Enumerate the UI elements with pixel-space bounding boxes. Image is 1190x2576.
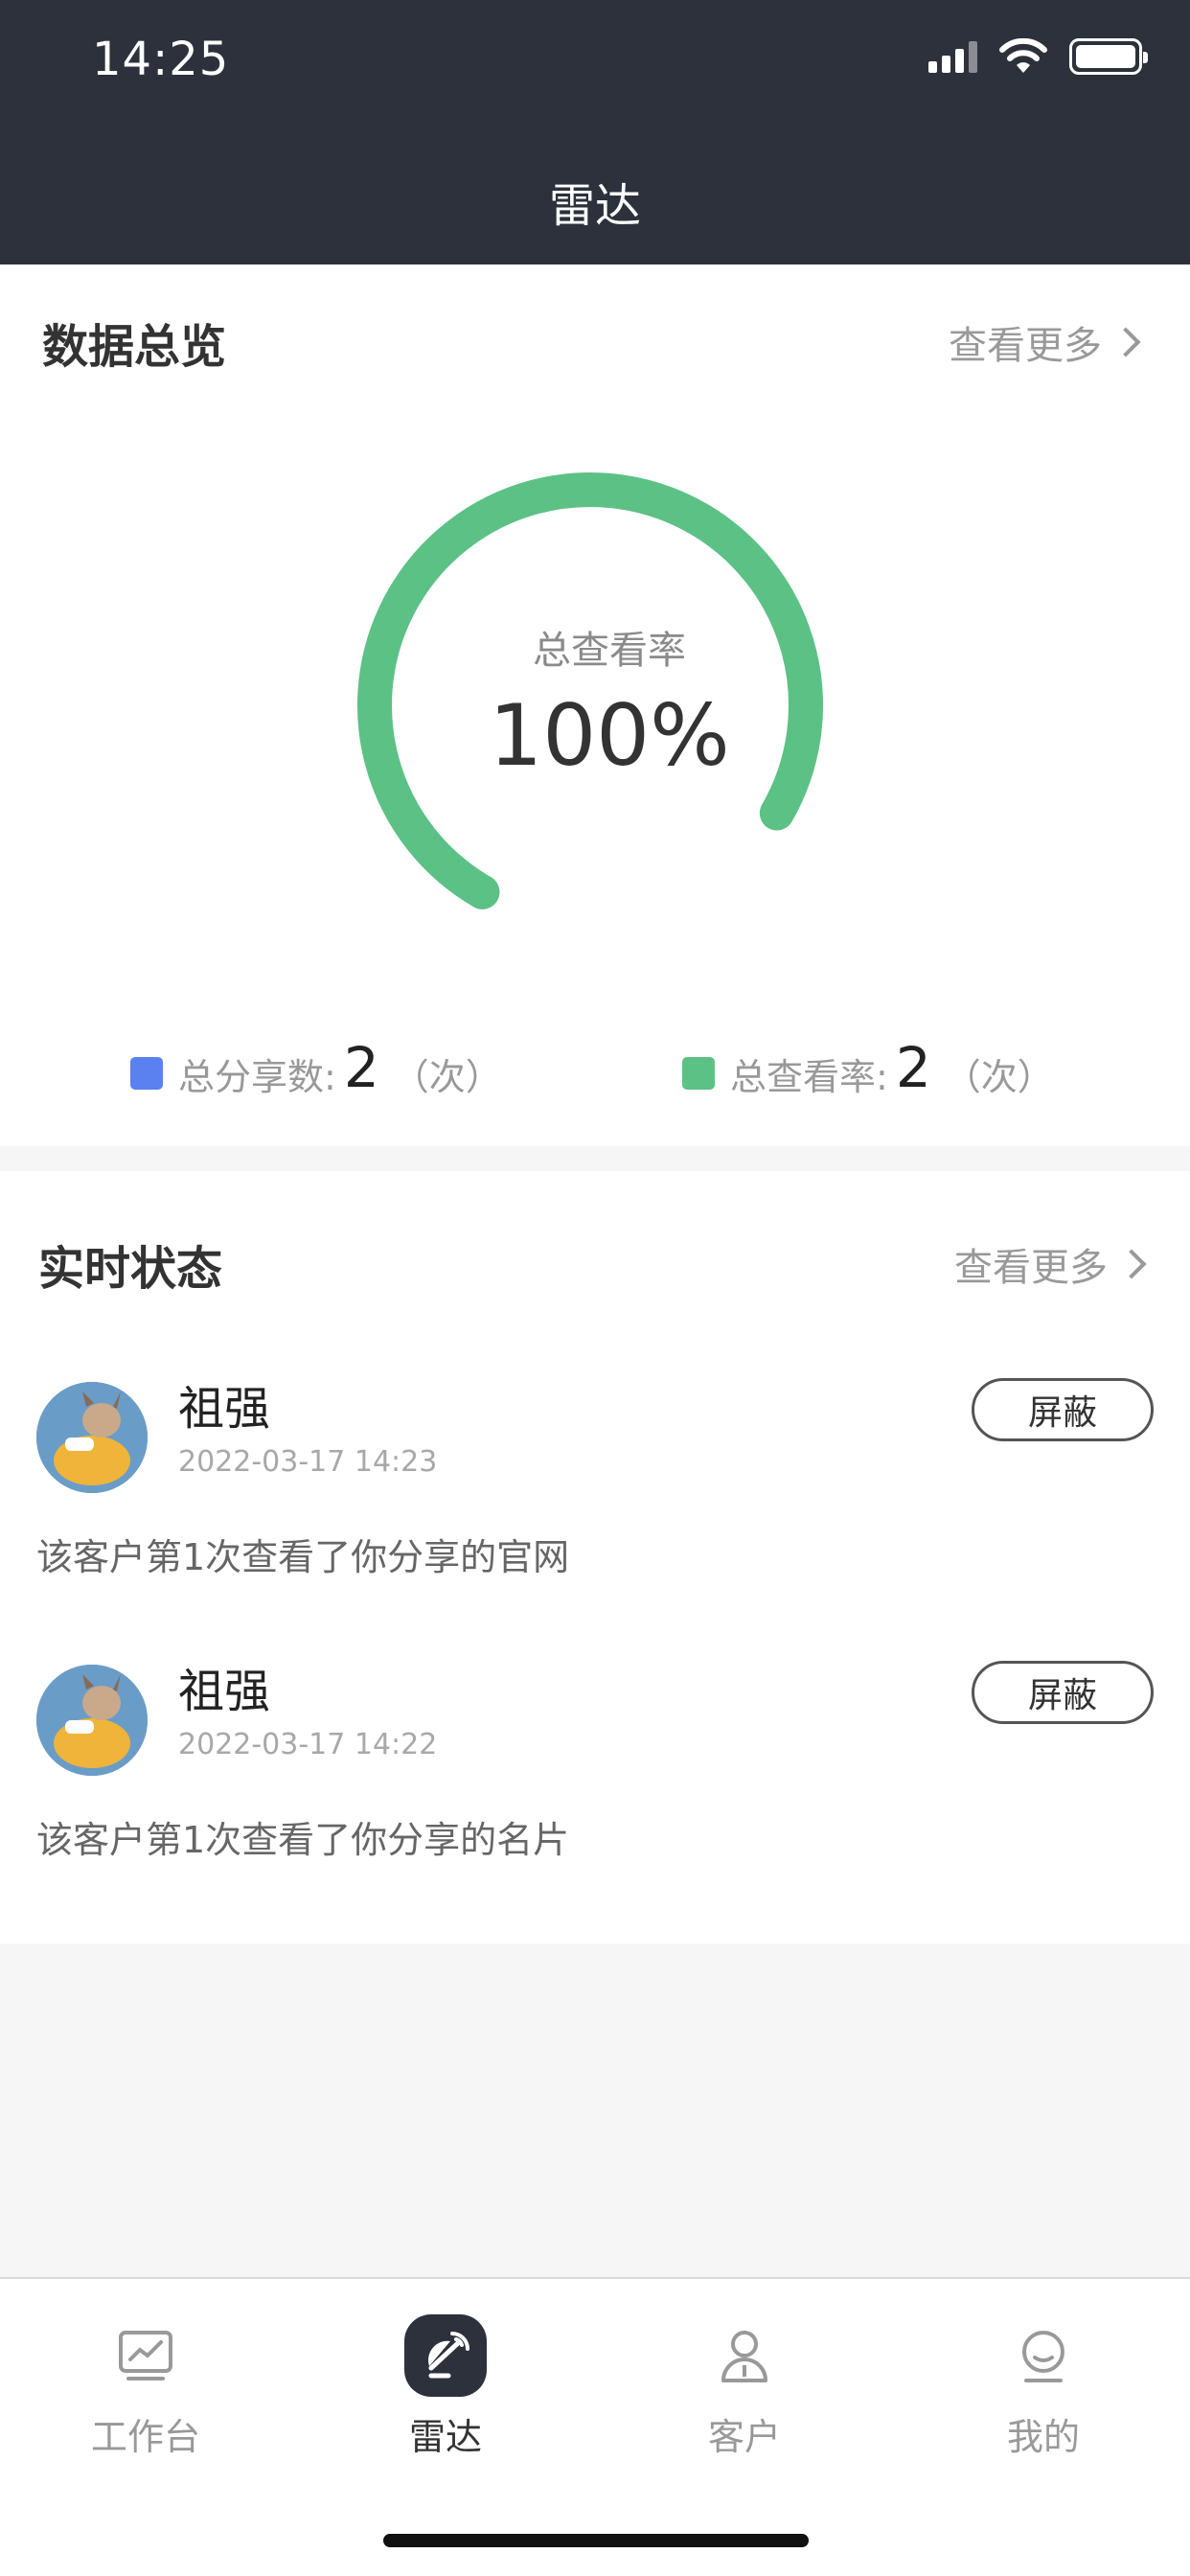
realtime-more-label: 查看更多 xyxy=(954,1246,1108,1290)
status-time: 14:25 xyxy=(92,33,230,86)
legend-share-value: 2 xyxy=(343,1035,379,1100)
gauge-label: 总查看率 xyxy=(533,629,686,673)
chart-monitor-icon xyxy=(98,2308,194,2404)
bottom-tab-bar: 工作台 雷达 客户 我的 xyxy=(0,2277,1190,2576)
top-header: 14:25 雷达 xyxy=(0,0,1190,264)
realtime-more-link[interactable]: 查看更多 xyxy=(954,1236,1147,1292)
data-overview-card: 数据总览 查看更多 总查看率 100% 总分享数: 2 （次） 总查看率: 2 … xyxy=(0,264,1190,1146)
realtime-status-card: 实时状态 查看更多 祖强 2022-03-17 14:23 屏蔽 该客户第1次查… xyxy=(0,1171,1190,1944)
block-button[interactable]: 屏蔽 xyxy=(972,1378,1154,1441)
legend-share-count: 总分享数: 2 （次） xyxy=(130,1035,502,1106)
home-indicator xyxy=(383,2534,809,2547)
block-button[interactable]: 屏蔽 xyxy=(972,1661,1154,1724)
overview-title: 数据总览 xyxy=(42,320,227,374)
legend-view-label: 总查看率: xyxy=(730,1055,888,1098)
event-time: 2022-03-17 14:22 xyxy=(178,1728,438,1761)
legend-share-label: 总分享数: xyxy=(178,1055,336,1098)
radar-icon xyxy=(398,2308,493,2404)
gauge-value: 100% xyxy=(489,686,730,785)
avatar xyxy=(36,1665,148,1776)
overview-more-label: 查看更多 xyxy=(949,324,1102,368)
legend-swatch-blue xyxy=(130,1057,163,1090)
customer-name: 祖强 xyxy=(178,1665,271,1718)
chevron-right-icon xyxy=(1116,1249,1147,1279)
tab-label: 工作台 xyxy=(90,2416,200,2458)
tab-workbench[interactable]: 工作台 xyxy=(40,2308,251,2460)
person-icon xyxy=(697,2308,792,2404)
event-time: 2022-03-17 14:23 xyxy=(178,1445,438,1479)
tab-mine[interactable]: 我的 xyxy=(938,2308,1149,2460)
legend-view-count: 总查看率: 2 （次） xyxy=(682,1035,1054,1106)
status-icons xyxy=(928,38,1148,75)
chevron-right-icon xyxy=(1110,327,1141,357)
event-description: 该客户第1次查看了你分享的官网 xyxy=(36,1536,570,1578)
legend-view-value: 2 xyxy=(895,1035,931,1100)
list-item: 祖强 2022-03-17 14:23 屏蔽 该客户第1次查看了你分享的官网 xyxy=(0,1353,1190,1636)
smile-face-icon xyxy=(995,2308,1091,2404)
customer-name: 祖强 xyxy=(178,1382,271,1436)
battery-icon xyxy=(1069,38,1148,75)
page-title: 雷达 xyxy=(548,179,641,233)
signal-icon xyxy=(928,40,977,73)
tab-customers[interactable]: 客户 xyxy=(639,2308,850,2460)
overview-more-link[interactable]: 查看更多 xyxy=(949,314,1141,370)
tab-label: 我的 xyxy=(1006,2416,1080,2458)
wifi-icon xyxy=(999,38,1047,73)
avatar xyxy=(36,1382,148,1493)
event-description: 该客户第1次查看了你分享的名片 xyxy=(36,1819,570,1861)
list-item: 祖强 2022-03-17 14:22 屏蔽 该客户第1次查看了你分享的名片 xyxy=(0,1636,1190,1919)
legend-view-unit: （次） xyxy=(944,1055,1054,1098)
tab-label: 雷达 xyxy=(408,2416,482,2458)
tab-label: 客户 xyxy=(707,2416,781,2458)
tab-radar[interactable]: 雷达 xyxy=(340,2308,551,2460)
legend-share-unit: （次） xyxy=(392,1055,502,1098)
realtime-title: 实时状态 xyxy=(38,1242,223,1296)
legend-swatch-green xyxy=(682,1057,715,1090)
